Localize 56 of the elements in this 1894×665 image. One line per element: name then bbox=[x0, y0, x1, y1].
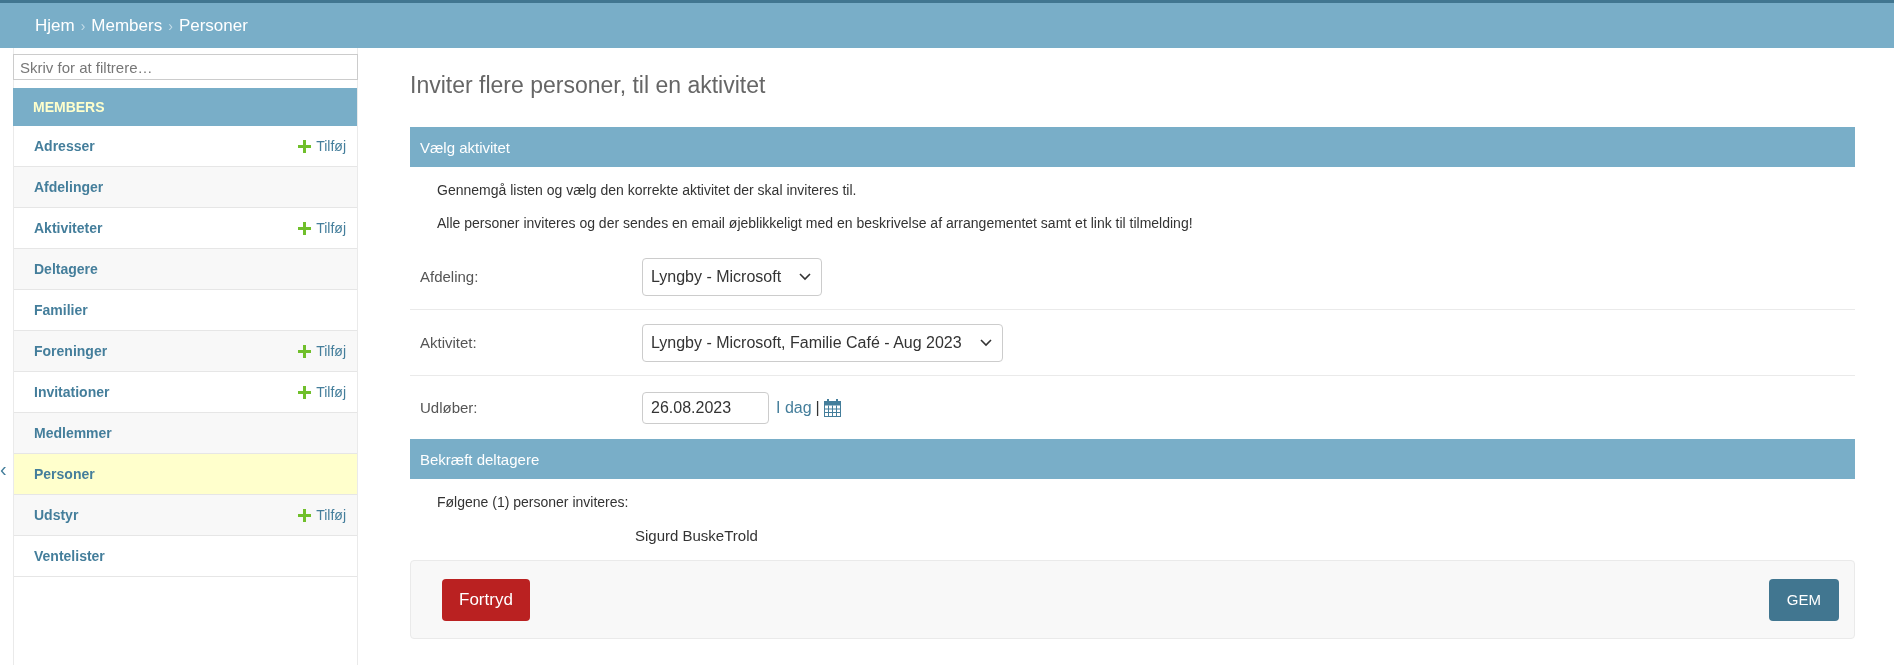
plus-icon bbox=[298, 344, 312, 358]
separator: | bbox=[815, 398, 820, 417]
dropdown[interactable]: Lyngby - Microsoft bbox=[642, 257, 823, 296]
calendar-icon[interactable] bbox=[823, 398, 841, 417]
model-link[interactable]: Udstyr bbox=[34, 507, 79, 523]
model-link[interactable]: Invitationer bbox=[34, 384, 110, 400]
help-text: Følgene (1) personer inviteres: bbox=[436, 493, 630, 511]
sidebar-item[interactable]: Ventelister bbox=[14, 536, 357, 577]
model-link[interactable]: Adresser bbox=[34, 138, 95, 154]
sidebar-item[interactable]: Udstyr Tilføj bbox=[14, 495, 357, 536]
section-header: Bekræft deltagere bbox=[410, 439, 1855, 479]
sidebar-item[interactable]: Medlemmer bbox=[14, 413, 357, 454]
add-link[interactable]: Tilføj bbox=[316, 138, 346, 154]
add-link[interactable]: Tilføj bbox=[316, 384, 346, 400]
breadcrumb-separator: › bbox=[80, 17, 86, 34]
today-link[interactable]: I dag bbox=[776, 398, 812, 417]
section-header: Vælg aktivitet bbox=[410, 127, 1855, 167]
breadcrumb-separator: › bbox=[168, 17, 173, 34]
plus-icon bbox=[298, 139, 312, 153]
sidebar-item[interactable]: Deltagere bbox=[14, 249, 357, 290]
section-header: MEMBERS bbox=[13, 88, 357, 126]
page-title: Inviter flere personer, til en aktivitet bbox=[410, 72, 767, 99]
date-field[interactable]: 26.08.2023 bbox=[642, 391, 769, 424]
help-text: Alle personer inviteres og der sendes en email øjeblikkeligt med en beskrivelse af arrangementet samt et link til tilmelding! bbox=[436, 214, 1194, 232]
model-link[interactable]: Aktiviteter bbox=[34, 220, 103, 236]
sidebar-item[interactable]: Foreninger Tilføj bbox=[14, 331, 357, 372]
sidebar-item[interactable]: Afdelinger bbox=[14, 167, 357, 208]
chevron-down-icon bbox=[979, 338, 992, 347]
add-link[interactable]: Tilføj bbox=[316, 343, 346, 359]
breadcrumb-link[interactable]: Hjem bbox=[35, 15, 75, 36]
collapse-toggle[interactable]: ‹ bbox=[0, 458, 7, 481]
model-link[interactable]: Medlemmer bbox=[34, 425, 112, 441]
field-label: Udløber: bbox=[420, 399, 479, 416]
filter-field[interactable]: Skriv for at filtrere… bbox=[13, 54, 358, 80]
cancel-button[interactable]: Fortryd bbox=[442, 578, 530, 621]
help-text: Gennemgå listen og vælg den korrekte aktivitet der skal inviteres til. bbox=[436, 181, 858, 199]
person-name: Sigurd BuskeTrold bbox=[634, 526, 759, 546]
model-link[interactable]: Personer bbox=[34, 466, 95, 482]
chevron-down-icon bbox=[799, 272, 812, 281]
sidebar-item[interactable]: Personer bbox=[14, 454, 357, 495]
breadcrumb-link[interactable]: Members bbox=[91, 15, 163, 36]
plus-icon bbox=[298, 221, 312, 235]
model-link[interactable]: Ventelister bbox=[34, 548, 105, 564]
add-link[interactable]: Tilføj bbox=[316, 507, 346, 523]
model-link[interactable]: Familier bbox=[34, 302, 88, 318]
model-link[interactable]: Deltagere bbox=[34, 261, 98, 277]
model-link[interactable]: Afdelinger bbox=[34, 179, 104, 195]
field-label: Aktivitet: bbox=[420, 334, 478, 351]
save-button[interactable]: GEM bbox=[1768, 578, 1839, 621]
plus-icon bbox=[298, 508, 312, 522]
breadcrumb-current: Personer bbox=[178, 15, 248, 36]
plus-icon bbox=[298, 385, 312, 399]
dropdown[interactable]: Lyngby - Microsoft, Familie Café - Aug 2023 bbox=[642, 323, 1003, 362]
model-link[interactable]: Foreninger bbox=[34, 343, 108, 359]
field-label: Afdeling: bbox=[420, 268, 480, 285]
add-link[interactable]: Tilføj bbox=[316, 220, 346, 236]
